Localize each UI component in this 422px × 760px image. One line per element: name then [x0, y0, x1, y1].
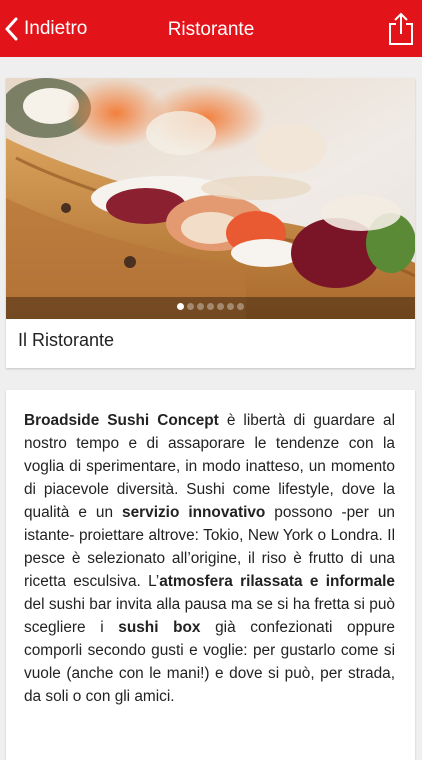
back-button[interactable]: Indietro	[4, 0, 87, 57]
restaurant-gallery-card[interactable]: Il Ristorante	[6, 78, 415, 368]
navigation-bar: Indietro Ristorante	[0, 0, 422, 57]
description-bold: atmosfera rilassata e informale	[159, 573, 395, 590]
gallery-caption: Il Ristorante	[18, 330, 115, 350]
page-dot[interactable]	[197, 303, 204, 310]
sushi-photo	[6, 78, 415, 319]
page-dot[interactable]	[237, 303, 244, 310]
share-icon	[388, 12, 414, 50]
chevron-left-icon	[4, 17, 18, 41]
page-dot[interactable]	[227, 303, 234, 310]
description-bold: Broadside Sushi Concept	[24, 412, 219, 429]
back-button-label: Indietro	[24, 17, 88, 39]
description-bold: sushi box	[118, 619, 201, 636]
share-button[interactable]	[388, 12, 414, 46]
page-dot[interactable]	[177, 303, 184, 310]
page-indicator[interactable]	[6, 303, 415, 312]
photo-gallery[interactable]	[6, 78, 415, 319]
page-dot[interactable]	[207, 303, 214, 310]
page-dot[interactable]	[187, 303, 194, 310]
description-bold: servizio innovativo	[122, 504, 266, 521]
description-card: Broadside Sushi Concept è libertà di gua…	[6, 390, 415, 760]
restaurant-description: Broadside Sushi Concept è libertà di gua…	[24, 409, 395, 708]
page-dot[interactable]	[217, 303, 224, 310]
